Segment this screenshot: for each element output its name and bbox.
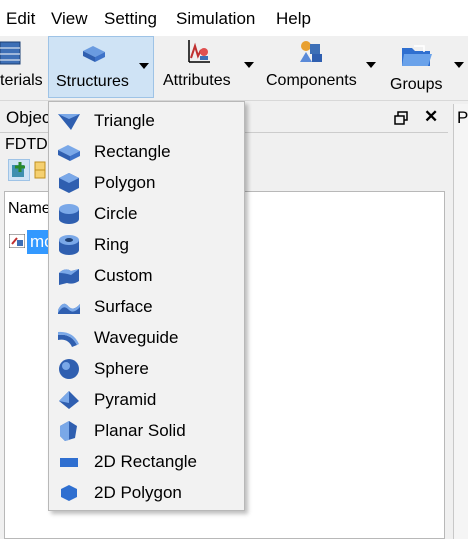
groups-dropdown-arrow-icon[interactable] — [454, 62, 464, 68]
model-icon — [9, 234, 25, 248]
menu-item-label: Surface — [94, 297, 153, 316]
menu-item-planar-solid[interactable]: Planar Solid — [49, 415, 244, 446]
components-label: Components — [266, 72, 357, 89]
surface-icon — [58, 303, 80, 314]
groups-label: Groups — [390, 76, 443, 93]
ring-icon — [59, 235, 79, 255]
2d-polygon-icon — [61, 485, 77, 501]
window-restore-icon[interactable] — [394, 111, 408, 125]
menu-item-label: 2D Polygon — [94, 483, 182, 502]
name-column-header[interactable]: Name — [8, 200, 51, 218]
pyramid-icon — [59, 391, 79, 409]
polygon-icon — [59, 173, 79, 193]
triangle-icon — [58, 114, 80, 130]
components-dropdown-arrow-icon[interactable] — [366, 62, 376, 68]
menu-item-2d-polygon[interactable]: 2D Polygon — [49, 477, 244, 508]
menu-item-label: Pyramid — [94, 390, 157, 409]
structures-icon — [83, 46, 105, 62]
materials-icon — [0, 41, 21, 65]
menu-item-label: Rectangle — [94, 142, 171, 161]
menu-item-surface[interactable]: Surface — [49, 291, 244, 322]
components-icon — [300, 41, 322, 62]
menu-item-pyramid[interactable]: Pyramid — [49, 384, 244, 415]
grid-icon — [34, 161, 46, 179]
fdtd-label: FDTD — [5, 136, 48, 153]
grid-view-button[interactable] — [34, 161, 46, 179]
menu-item-label: Custom — [94, 266, 153, 285]
custom-icon — [59, 269, 79, 285]
right-panel: P — [453, 104, 468, 539]
menu-item-label: Ring — [94, 235, 129, 254]
rectangle-icon — [58, 145, 80, 161]
materials-label: terials — [0, 72, 43, 89]
structures-dropdown-arrow-icon[interactable] — [139, 63, 149, 69]
menu-item-label: Waveguide — [94, 328, 179, 347]
add-icon — [12, 162, 25, 177]
menu-item-sphere[interactable]: Sphere — [49, 353, 244, 384]
menu-view[interactable]: View — [51, 9, 88, 29]
add-object-button[interactable] — [8, 159, 30, 181]
2d-rectangle-icon — [60, 458, 78, 467]
menu-item-waveguide[interactable]: Waveguide — [49, 322, 244, 353]
menu-item-label: 2D Rectangle — [94, 452, 198, 471]
menu-setting[interactable]: Setting — [104, 9, 157, 29]
menu-item-rectangle[interactable]: Rectangle — [49, 136, 244, 167]
waveguide-icon — [58, 331, 79, 347]
materials-button[interactable]: terials — [0, 36, 44, 98]
attributes-icon — [188, 40, 210, 63]
sphere-icon — [59, 359, 79, 379]
menu-item-label: Sphere — [94, 359, 149, 378]
close-icon[interactable]: ✕ — [424, 107, 438, 127]
menu-item-2d-rectangle[interactable]: 2D Rectangle — [49, 446, 244, 477]
components-button[interactable]: Components — [262, 36, 380, 98]
right-panel-title: P — [457, 108, 468, 127]
menu-help[interactable]: Help — [276, 9, 311, 29]
menu-item-label: Circle — [94, 204, 138, 223]
groups-button[interactable]: Groups — [384, 36, 468, 98]
toolbar: terials Structures Attributes Components… — [0, 36, 468, 101]
planar-solid-icon — [60, 421, 77, 441]
structures-label: Structures — [56, 73, 129, 90]
circle-icon — [59, 204, 79, 224]
attributes-button[interactable]: Attributes — [158, 36, 258, 98]
menu-item-label: Triangle — [94, 111, 155, 130]
groups-icon — [402, 45, 432, 66]
menu-edit[interactable]: Edit — [6, 9, 35, 29]
structures-button[interactable]: Structures — [48, 36, 154, 98]
attributes-label: Attributes — [163, 72, 231, 89]
menu-item-circle[interactable]: Circle — [49, 198, 244, 229]
objects-panel-title: Objec — [6, 108, 51, 127]
menu-simulation[interactable]: Simulation — [176, 9, 255, 29]
structures-dropdown-menu: Triangle Rectangle Polygon Circle Ring C… — [48, 101, 245, 511]
menu-item-triangle[interactable]: Triangle — [49, 105, 244, 136]
menu-item-polygon[interactable]: Polygon — [49, 167, 244, 198]
menu-item-label: Planar Solid — [94, 421, 186, 440]
menu-bar: Edit View Setting Simulation Help — [0, 0, 468, 36]
attributes-dropdown-arrow-icon[interactable] — [244, 62, 254, 68]
menu-item-label: Polygon — [94, 173, 156, 192]
menu-item-ring[interactable]: Ring — [49, 229, 244, 260]
menu-item-custom[interactable]: Custom — [49, 260, 244, 291]
